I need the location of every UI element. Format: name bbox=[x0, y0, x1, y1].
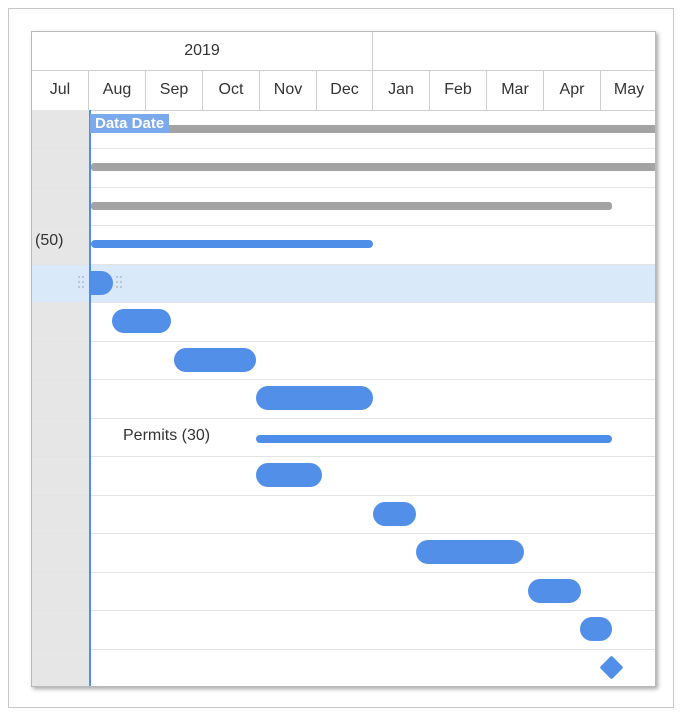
timeline-month-header: Jul Aug Sep Oct Nov Dec Jan Feb Mar Apr … bbox=[32, 70, 655, 111]
month-dec: Dec bbox=[317, 70, 373, 110]
month-may: May bbox=[613, 81, 645, 98]
summary-bar-phase[interactable] bbox=[91, 163, 655, 171]
row-divider bbox=[32, 495, 655, 496]
gantt-chart: 2019 Jul Aug Sep Oct Nov Dec Jan Feb Mar… bbox=[31, 31, 656, 687]
row-divider bbox=[32, 148, 655, 149]
past-period-shade bbox=[32, 110, 89, 686]
month-sep: Sep bbox=[146, 70, 203, 110]
row-divider bbox=[32, 533, 655, 534]
selected-row-highlight[interactable] bbox=[32, 264, 655, 302]
task-bar[interactable] bbox=[256, 463, 322, 487]
row-divider bbox=[32, 225, 655, 226]
month-jan: Jan bbox=[373, 70, 430, 110]
summary-bar-subphase[interactable] bbox=[91, 202, 612, 210]
milestone-diamond[interactable] bbox=[599, 655, 624, 680]
row-divider bbox=[32, 649, 655, 650]
summary-bar-project[interactable] bbox=[91, 125, 655, 133]
permits-label: Permits (30) bbox=[123, 427, 211, 444]
year-2019: 2019 bbox=[32, 32, 373, 70]
task-bar[interactable] bbox=[256, 386, 373, 410]
row-divider bbox=[32, 379, 655, 380]
row-divider bbox=[32, 264, 655, 265]
month-aug: Aug bbox=[89, 70, 146, 110]
task-bar[interactable] bbox=[580, 617, 612, 641]
month-nov: Nov bbox=[260, 70, 317, 110]
row-divider bbox=[32, 610, 655, 611]
drag-handle-right[interactable] bbox=[116, 276, 122, 290]
month-apr: Apr bbox=[544, 70, 601, 110]
row-divider bbox=[32, 418, 655, 419]
month-mar: Mar bbox=[487, 70, 544, 110]
row-divider bbox=[32, 341, 655, 342]
month-feb: Feb bbox=[430, 70, 487, 110]
task-bar[interactable] bbox=[416, 540, 524, 564]
row-divider bbox=[32, 572, 655, 573]
task-bar[interactable] bbox=[174, 348, 256, 372]
month-oct: Oct bbox=[203, 70, 260, 110]
data-date-line[interactable] bbox=[89, 110, 91, 686]
year-next bbox=[373, 32, 655, 70]
summary-duration-label: (50) bbox=[35, 232, 64, 249]
data-date-label: Data Date bbox=[90, 114, 170, 133]
month-jul: Jul bbox=[32, 70, 89, 110]
task-bar-start[interactable] bbox=[89, 271, 113, 295]
task-bar[interactable] bbox=[528, 579, 581, 603]
task-bar[interactable] bbox=[373, 502, 416, 526]
timeline-year-header: 2019 bbox=[32, 32, 655, 71]
summary-bar-50[interactable] bbox=[91, 240, 373, 248]
gantt-body: (50) Permits (30) Data Date bbox=[32, 110, 655, 686]
row-divider bbox=[32, 302, 655, 303]
task-bar[interactable] bbox=[112, 309, 171, 333]
row-divider bbox=[32, 456, 655, 457]
summary-bar-permits[interactable] bbox=[256, 435, 612, 443]
row-divider bbox=[32, 187, 655, 188]
drag-handle-left[interactable] bbox=[78, 276, 84, 290]
